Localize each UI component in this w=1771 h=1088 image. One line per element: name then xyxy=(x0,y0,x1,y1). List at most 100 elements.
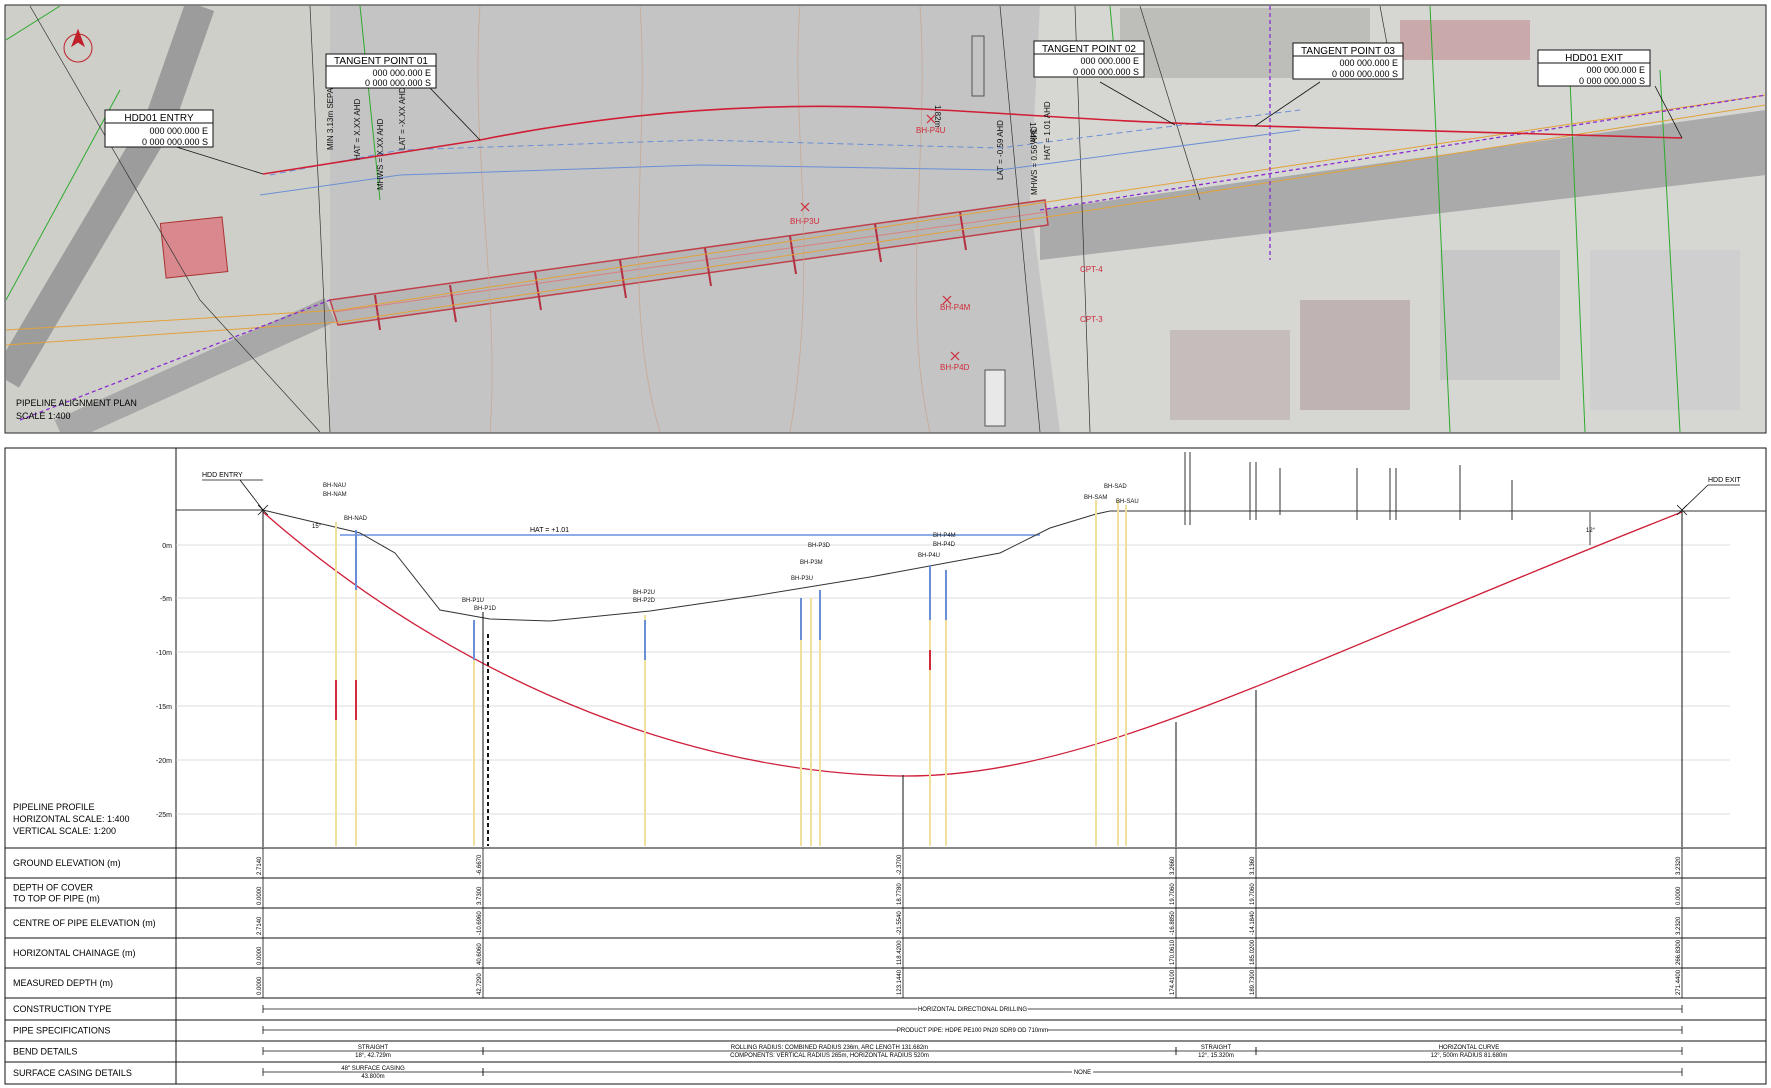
callout-title: HDD01 EXIT xyxy=(1565,53,1623,64)
building xyxy=(1300,300,1410,410)
bend-detail-text: COMPONENTS: VERTICAL RADIUS 265m, HORIZO… xyxy=(730,1053,929,1059)
callout-title: TANGENT POINT 01 xyxy=(334,56,428,67)
bh-label: BH-P3U xyxy=(790,217,820,226)
callout-easting: 000 000.000 E xyxy=(372,68,431,78)
exit-angle: 12° xyxy=(1586,528,1596,534)
callout-title: HDD01 ENTRY xyxy=(124,113,194,124)
table-value: 40.6060 xyxy=(477,943,483,965)
bend-detail-text: ROLLING RADIUS: COMBINED RADIUS 236m, AR… xyxy=(731,1045,928,1051)
bh-label: BH-P4D xyxy=(940,363,970,372)
table-value: -6.6670 xyxy=(477,854,483,875)
table-value: 118.4200 xyxy=(897,940,903,965)
y-tick-label: -15m xyxy=(156,704,172,711)
bend-detail-text: HORIZONTAL CURVE xyxy=(1439,1045,1500,1051)
building xyxy=(1170,330,1290,420)
table-value: 0.0000 xyxy=(257,946,263,965)
callout-easting: 000 000.000 E xyxy=(149,126,208,136)
table-row-label: TO TOP OF PIPE (m) xyxy=(13,894,100,904)
water-label: HAT = 1.01 AHD xyxy=(1043,101,1052,160)
table-value: -2.3700 xyxy=(897,854,903,875)
site-compound xyxy=(159,216,229,279)
bend-detail-text: 12°, 15.320m xyxy=(1198,1053,1234,1059)
table-value: 18.7780 xyxy=(897,883,903,905)
callout-tp1: TANGENT POINT 01 000 000.000 E 0 000 000… xyxy=(325,53,437,89)
borehole-label: BH-P4D xyxy=(933,542,956,548)
callout-title: TANGENT POINT 03 xyxy=(1301,46,1395,57)
building xyxy=(1590,250,1740,410)
bend-detail-text: STRAIGHT xyxy=(358,1045,389,1051)
table-value: 0.0000 xyxy=(257,886,263,905)
casing-detail-text: 43.800m xyxy=(361,1074,384,1080)
table-value: 0.0000 xyxy=(1676,886,1682,905)
table-row-label: CENTRE OF PIPE ELEVATION (m) xyxy=(13,918,156,928)
borehole-label: BH-NAD xyxy=(344,516,368,522)
table-value: 170.0610 xyxy=(1170,939,1176,965)
borehole-label: BH-P4M xyxy=(933,533,956,539)
borehole-label: BH-P3D xyxy=(808,543,831,549)
callout-southing: 0 000 000.000 S xyxy=(1579,76,1645,86)
profile-frame xyxy=(4,447,1767,1085)
table-row-label: DEPTH OF COVER xyxy=(13,883,94,893)
callout-tp3: TANGENT POINT 03 000 000.000 E 0 000 000… xyxy=(1292,42,1404,80)
callout-title: TANGENT POINT 02 xyxy=(1042,44,1136,55)
bend-detail-text: 18°, 42.729m xyxy=(355,1053,391,1059)
table-value: -14.1840 xyxy=(1250,911,1256,935)
borehole-label: BH-NAU xyxy=(323,483,346,489)
callout-easting: 000 000.000 E xyxy=(1080,56,1139,66)
construction-type-text: HORIZONTAL DIRECTIONAL DRILLING xyxy=(918,1007,1027,1013)
table-value: 266.8300 xyxy=(1676,939,1682,965)
table-row-label: BEND DETAILS xyxy=(13,1047,77,1057)
plan-view: BH-P4U BH-P3U BH-P4M BH-P4D CPT-4 CPT-3 … xyxy=(4,4,1767,434)
table-row-label: CONSTRUCTION TYPE xyxy=(13,1004,111,1014)
table-value: -16.8850 xyxy=(1170,911,1176,935)
table-value: 189.7300 xyxy=(1250,969,1256,995)
table-value: 3.2660 xyxy=(1170,856,1176,875)
callout-exit: HDD01 EXIT 000 000.000 E 0 000 000.000 S xyxy=(1537,49,1651,87)
borehole-label: BH-SAU xyxy=(1116,499,1139,505)
y-tick-label: 0m xyxy=(162,543,172,550)
y-tick-label: -20m xyxy=(156,758,172,765)
borehole-label: BH-P1U xyxy=(462,598,484,604)
profile-view: 0m-5m-10m-15m-20m-25m HAT = +1.01 BH-NAU… xyxy=(4,447,1767,1085)
table-value: 174.4100 xyxy=(1170,969,1176,995)
table-value: -21.5540 xyxy=(897,911,903,935)
water-label: 1.34m xyxy=(1028,122,1037,145)
borehole-label: BH-SAM xyxy=(1084,495,1107,501)
plan-title: PIPELINE ALIGNMENT PLAN xyxy=(16,398,137,408)
callout-easting: 000 000.000 E xyxy=(1586,65,1645,75)
table-value: 123.1440 xyxy=(897,969,903,995)
bh-label: BH-P4M xyxy=(940,303,971,312)
borehole-label: BH-P4U xyxy=(918,553,940,559)
borehole-label: BH-SAD xyxy=(1104,484,1127,490)
roof-red xyxy=(1400,20,1530,60)
y-tick-label: -10m xyxy=(156,650,172,657)
callout-easting: 000 000.000 E xyxy=(1339,58,1398,68)
y-tick-label: -5m xyxy=(160,596,172,603)
borehole-label: BH-P3M xyxy=(800,560,823,566)
bend-detail-text: STRAIGHT xyxy=(1201,1045,1232,1051)
borehole-label: BH-P3U xyxy=(791,576,813,582)
plan-scale: SCALE 1:400 xyxy=(16,411,71,421)
water-label: LAT = -0.59 AHD xyxy=(996,120,1005,180)
table-row-label: MEASURED DEPTH (m) xyxy=(13,978,113,988)
table-value: 3.2320 xyxy=(1676,916,1682,935)
pipe-spec-text: PRODUCT PIPE: HDPE PE100 PN20 SDR9 OD 71… xyxy=(897,1028,1048,1034)
exit-label: HDD EXIT xyxy=(1708,477,1741,484)
table-value: 185.0200 xyxy=(1250,939,1256,965)
table-value: 42.7290 xyxy=(477,973,483,995)
table-value: 3.1360 xyxy=(1250,856,1256,875)
water-label: 1.82m xyxy=(933,105,942,128)
callout-tp2: TANGENT POINT 02 000 000.000 E 0 000 000… xyxy=(1033,40,1145,78)
water-label: MHWS = X.XX AHD xyxy=(376,118,385,190)
entry-angle: 15° xyxy=(312,524,322,530)
table-row-label: PIPE SPECIFICATIONS xyxy=(13,1026,110,1036)
table-value: 3.2320 xyxy=(1676,856,1682,875)
water-label: HAT = X.XX AHD xyxy=(353,98,362,160)
water-label: LAT = -X.XX AHD xyxy=(398,87,407,150)
borehole-label: BH-NAM xyxy=(323,492,347,498)
bend-detail-text: 12°, 500m RADIUS 81.680m xyxy=(1431,1053,1508,1059)
callout-southing: 0 000 000.000 S xyxy=(142,137,208,147)
building xyxy=(1440,250,1560,380)
borehole-label: BH-P1D xyxy=(474,606,497,612)
table-value: 2.7140 xyxy=(257,916,263,935)
